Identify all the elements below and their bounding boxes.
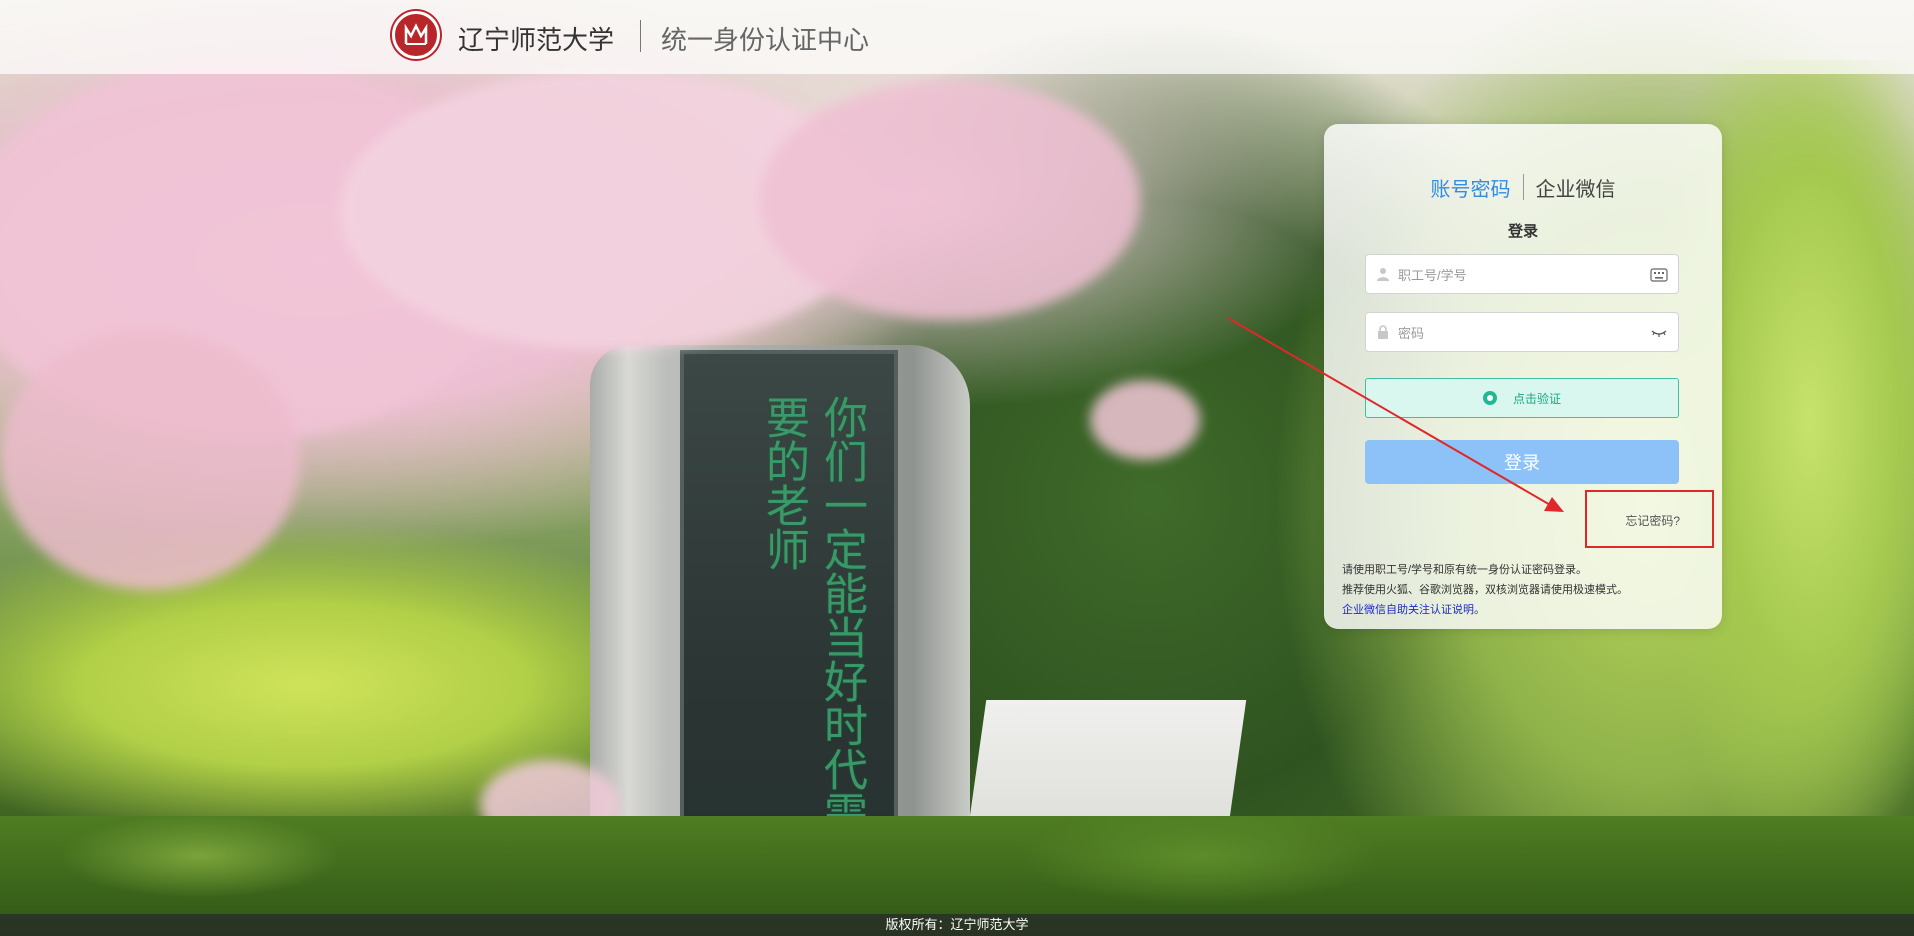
verify-dot-icon <box>1482 391 1497 405</box>
lock-icon <box>1378 325 1388 339</box>
university-name: 辽宁师范大学 <box>458 25 615 55</box>
hint-line: 请使用职工号/学号和原有统一身份认证密码登录。 <box>1342 564 1588 576</box>
university-logo-icon <box>392 11 440 59</box>
password-input[interactable] <box>1396 313 1650 353</box>
username-input[interactable] <box>1396 255 1650 295</box>
header-bar: 辽宁师范大学 统一身份认证中心 <box>0 0 1914 74</box>
login-title: 登录 <box>1507 223 1538 240</box>
captcha-verify-button[interactable]: 点击验证 <box>1365 378 1679 418</box>
login-button[interactable]: 登录 <box>1365 440 1679 484</box>
keyboard-icon[interactable] <box>1650 267 1668 283</box>
tablet-inscription: 你们一定能当好时代需要的老师 <box>758 395 867 835</box>
tab-wecom[interactable]: 企业微信 <box>1524 173 1628 202</box>
auth-center-name: 统一身份认证中心 <box>661 25 870 55</box>
blossom-cluster <box>760 80 1140 320</box>
login-tabs: 账号密码 企业微信 <box>1324 172 1722 202</box>
hint-line: 推荐使用火狐、谷歌浏览器，双核浏览器请使用极速模式。 <box>1342 584 1628 596</box>
eye-closed-icon[interactable] <box>1650 325 1668 341</box>
login-hints: 请使用职工号/学号和原有统一身份认证密码登录。 推荐使用火狐、谷歌浏览器，双核浏… <box>1342 560 1712 620</box>
login-panel: 账号密码 企业微信 登录 点击验证 登录 忘 <box>1324 124 1722 629</box>
blossom-cluster <box>1090 380 1200 460</box>
username-field[interactable] <box>1365 254 1679 295</box>
header-divider <box>640 20 641 52</box>
blossom-cluster <box>0 330 300 590</box>
password-field[interactable] <box>1365 312 1679 353</box>
wecom-guide-link[interactable]: 企业微信自助关注认证说明。 <box>1342 604 1485 616</box>
tab-account-password[interactable]: 账号密码 <box>1419 173 1523 202</box>
annotation-highlight-box <box>1585 490 1714 548</box>
verify-label: 点击验证 <box>1512 391 1561 406</box>
footer-copyright: 版权所有：辽宁师范大学 <box>0 914 1914 936</box>
user-icon <box>1377 268 1389 281</box>
